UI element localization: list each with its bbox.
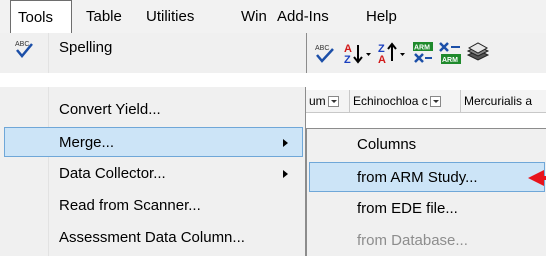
submenu-item-columns[interactable]: Columns [307, 130, 546, 160]
submenu-item-label: from Database... [357, 232, 468, 249]
submenu-item-from-database: from Database... [307, 226, 546, 256]
toolbar: ABC A Z Z A ARM ARM [306, 33, 546, 74]
menu-item-convert-yield[interactable]: Convert Yield... [0, 95, 305, 125]
menu-icon-gutter [48, 33, 49, 73]
grid-header-col[interactable]: um [306, 90, 350, 112]
menu-window[interactable]: Win [241, 0, 267, 33]
sort-descending-icon[interactable]: Z A [376, 41, 406, 65]
spell-check-icon[interactable]: ABC [314, 41, 336, 65]
arm-icon[interactable]: ARM [412, 41, 434, 65]
menu-help[interactable]: Help [366, 0, 397, 33]
menu-table[interactable]: Table [86, 0, 122, 33]
merge-submenu: Columns from ARM Study... from EDE file.… [306, 128, 546, 256]
menu-utilities[interactable]: Utilities [146, 0, 194, 33]
grid-header-col[interactable]: Echinochloa c [350, 90, 461, 112]
menu-item-spelling[interactable]: Spelling [59, 33, 112, 63]
svg-text:A: A [378, 54, 386, 65]
menu-item-label: Read from Scanner... [59, 197, 201, 214]
grid-header-label: um [309, 94, 326, 108]
submenu-item-from-arm-study[interactable]: from ARM Study... [309, 162, 545, 192]
menu-item-label: Merge... [59, 134, 115, 151]
menu-item-label: Assessment Data Column... [59, 229, 245, 246]
svg-text:ABC: ABC [315, 45, 329, 52]
svg-text:Z: Z [344, 54, 351, 65]
annotation-arrow-tail [540, 176, 546, 180]
menu-add-ins[interactable]: Add-Ins [277, 0, 329, 33]
menu-item-assessment-data-column[interactable]: Assessment Data Column... [0, 223, 305, 253]
layers-icon[interactable] [466, 41, 490, 65]
menu-item-data-collector[interactable]: Data Collector... [0, 159, 305, 189]
submenu-item-label: from ARM Study... [357, 169, 478, 186]
column-dropdown-icon[interactable] [327, 96, 339, 108]
tools-menu: Convert Yield... Merge... Data Collector… [0, 87, 306, 256]
menu-item-merge[interactable]: Merge... [4, 127, 303, 157]
menu-item-label: Data Collector... [59, 165, 166, 182]
sort-ascending-icon[interactable]: A Z [342, 41, 372, 65]
separator-gap [0, 73, 546, 87]
menu-bar: Tools Table Utilities Win Add-Ins Help [0, 0, 546, 33]
arm-merge-icon[interactable]: ARM [438, 41, 462, 65]
svg-text:ARM: ARM [414, 45, 430, 52]
menu-item-label: Convert Yield... [59, 101, 161, 118]
submenu-arrow-icon [283, 170, 288, 178]
submenu-arrow-icon [283, 139, 288, 147]
grid-header-label: Echinochloa c [353, 94, 428, 108]
submenu-item-label: Columns [357, 136, 417, 153]
menu-item-read-from-scanner[interactable]: Read from Scanner... [0, 191, 305, 221]
tools-menu-top-section: ABC Spelling [0, 33, 307, 73]
menu-tools[interactable]: Tools [10, 0, 72, 33]
svg-text:ARM: ARM [442, 57, 458, 64]
grid-header-label: Mercurialis a [464, 94, 533, 108]
svg-text:ABC: ABC [15, 41, 29, 48]
spell-check-icon: ABC [15, 41, 33, 58]
grid-header-col[interactable]: Mercurialis a [461, 90, 546, 112]
column-dropdown-icon[interactable] [429, 96, 441, 108]
submenu-item-label: from EDE file... [357, 200, 458, 217]
grid-header: um Echinochloa c Mercurialis a [306, 90, 546, 113]
submenu-item-from-ede-file[interactable]: from EDE file... [307, 194, 546, 224]
